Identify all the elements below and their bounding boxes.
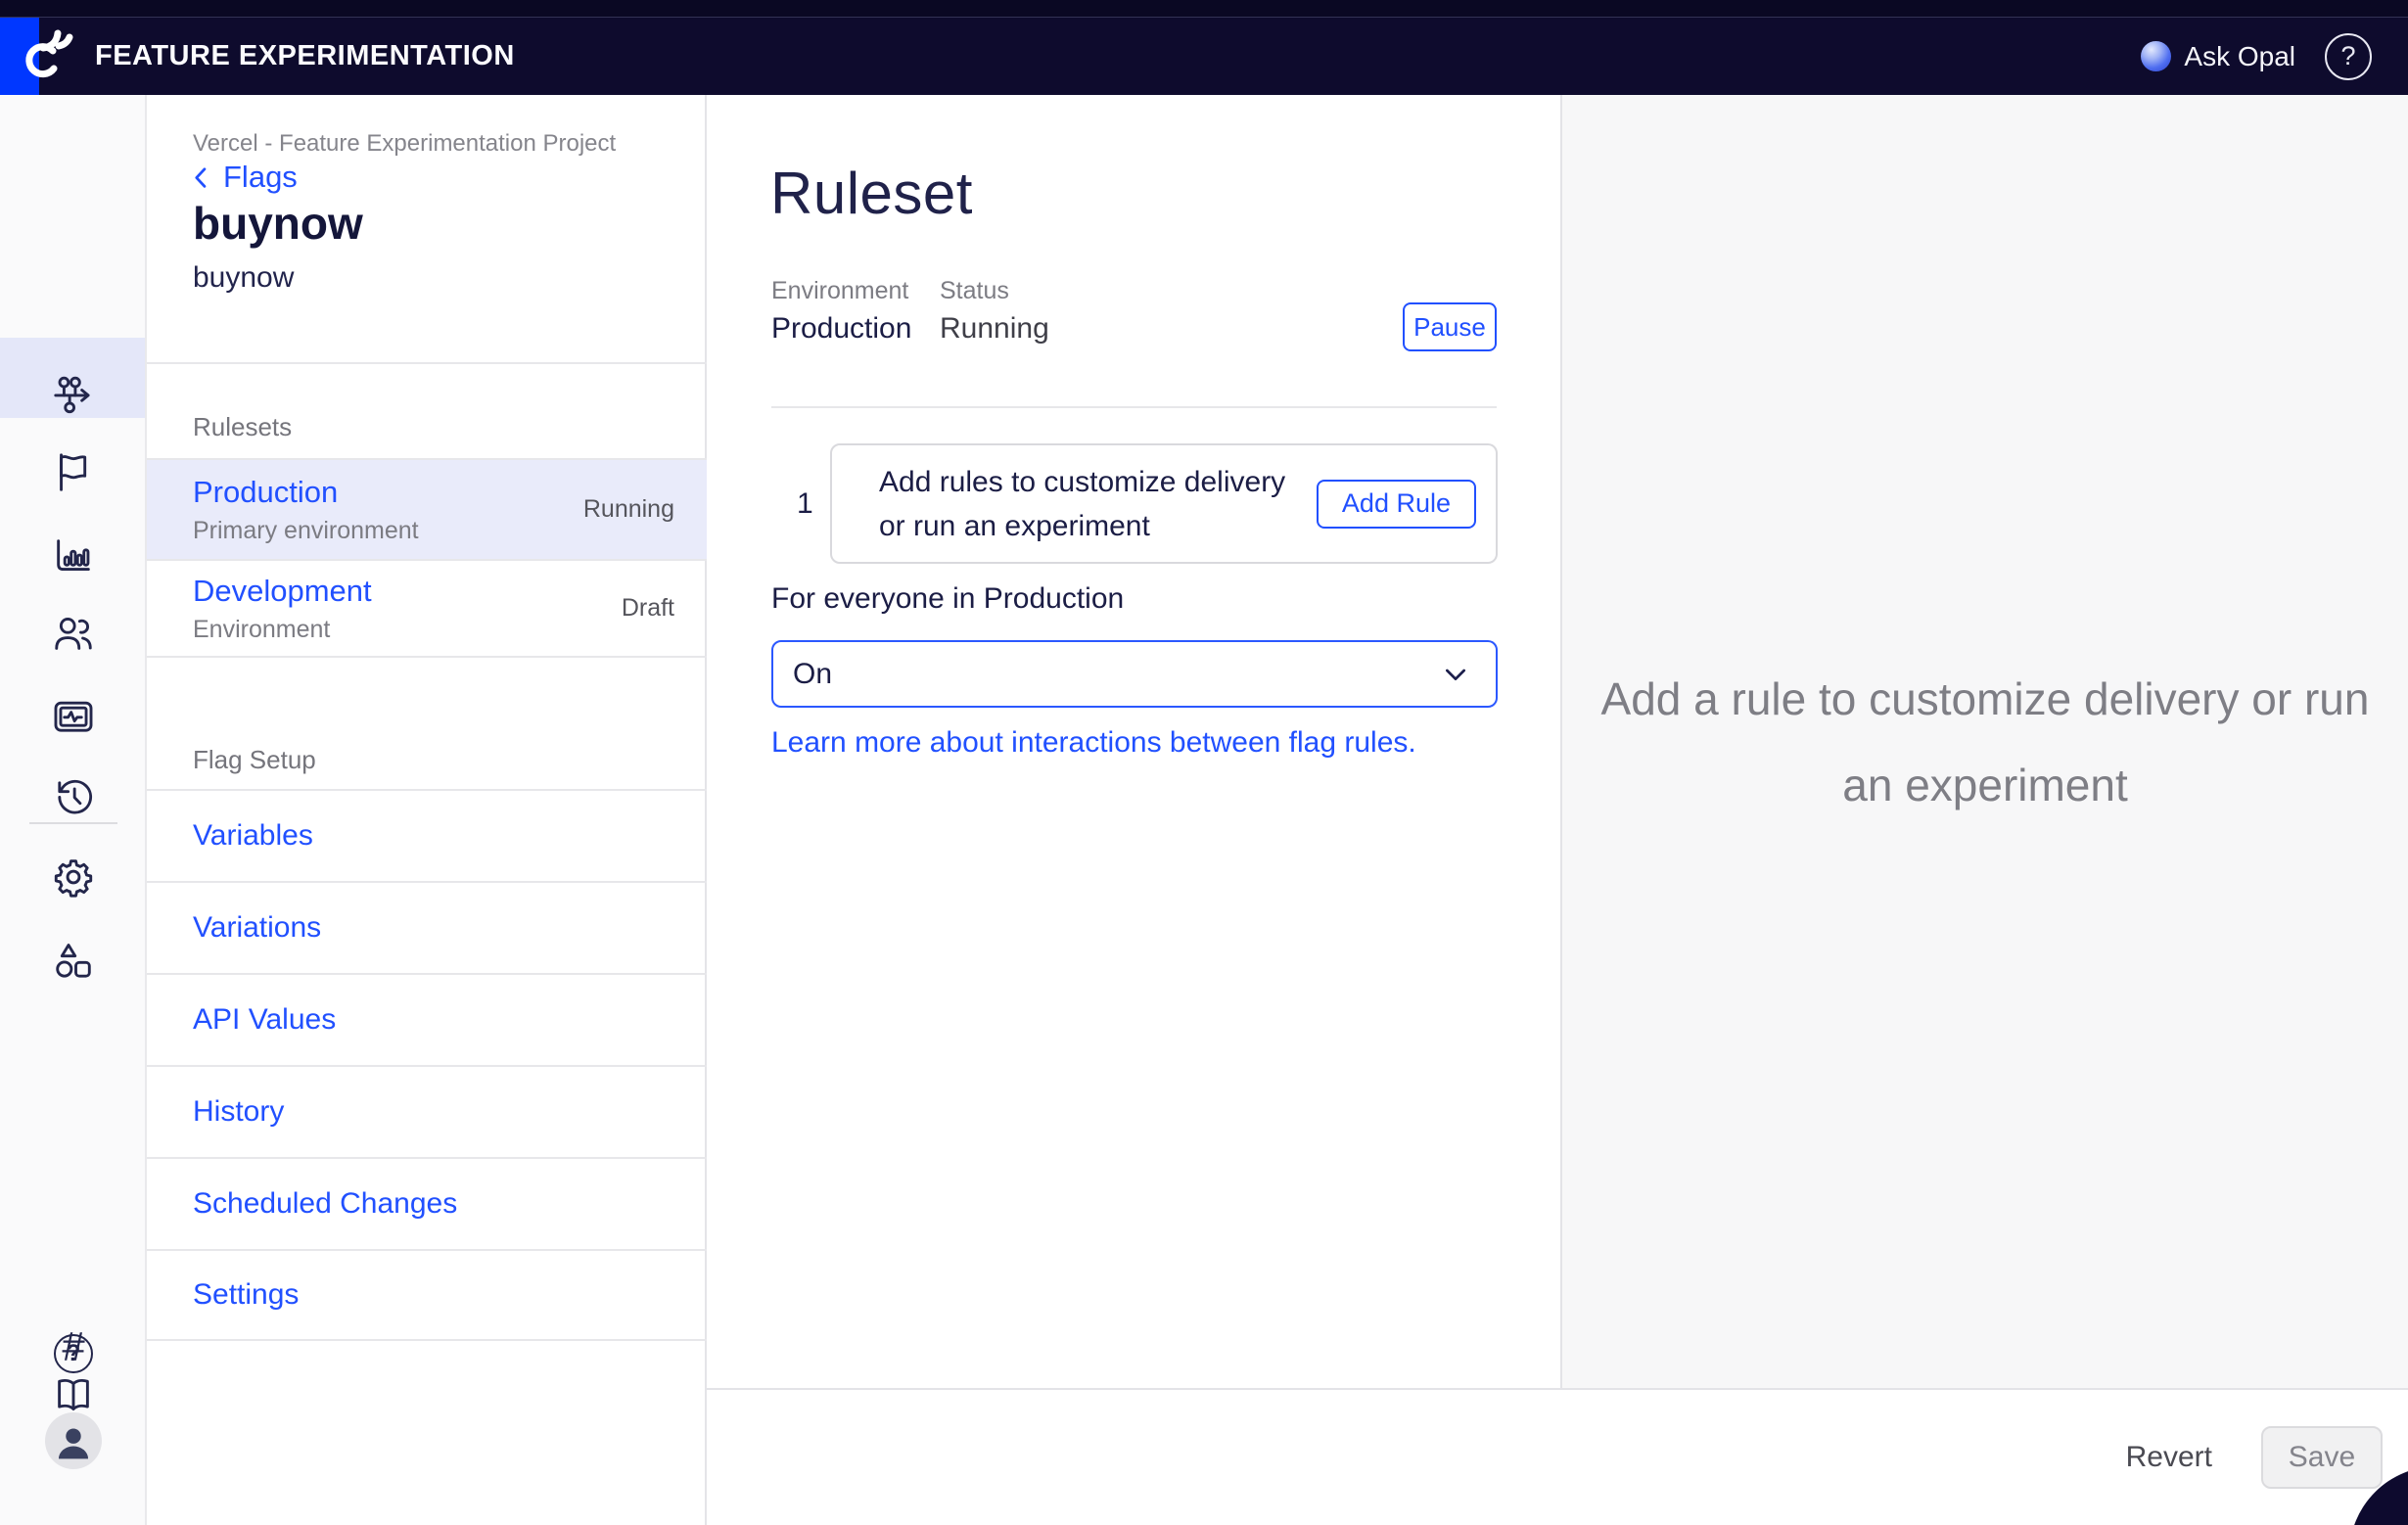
save-bar: Revert Save	[707, 1388, 2408, 1525]
flag-key: buynow	[193, 261, 294, 295]
ruleset-description: Primary environment	[193, 517, 419, 545]
flag-setup-list: Variables Variations API Values History …	[147, 789, 707, 1341]
reports-chart-icon[interactable]	[51, 532, 96, 578]
sidebar-item-label: Settings	[193, 1278, 299, 1312]
divider	[147, 362, 707, 364]
product-title: FEATURE EXPERIMENTATION	[95, 18, 515, 95]
rule-placeholder-text: Add rules to customize delivery or run a…	[879, 460, 1317, 548]
rule-number: 1	[797, 487, 813, 521]
ask-opal-button[interactable]: Ask Opal	[2141, 41, 2295, 72]
flag-setup-section-header: Flag Setup	[193, 745, 316, 775]
icon-rail: # ?	[0, 95, 147, 1525]
help-glyph: ?	[2340, 41, 2355, 71]
sidebar-item-label: API Values	[193, 1003, 336, 1037]
flags-icon[interactable]	[51, 449, 96, 494]
revert-button[interactable]: Revert	[2126, 1441, 2212, 1474]
flag-state-dropdown[interactable]: On	[771, 640, 1498, 708]
rule-placeholder-box: Add rules to customize delivery or run a…	[830, 443, 1498, 564]
sidebar-item-variables[interactable]: Variables	[147, 789, 707, 881]
user-avatar[interactable]	[45, 1412, 102, 1469]
ruleset-status: Draft	[622, 594, 674, 623]
ruleset-description: Environment	[193, 616, 372, 644]
sidebar-item-history[interactable]: History	[147, 1065, 707, 1157]
docs-book-icon[interactable]	[51, 1372, 96, 1417]
environment-value: Production	[771, 312, 911, 346]
save-button[interactable]: Save	[2261, 1426, 2383, 1489]
audience-label: For everyone in Production	[771, 582, 1124, 616]
settings-gear-icon[interactable]	[51, 855, 96, 900]
ruleset-production-row[interactable]: Production Primary environment Running	[147, 458, 707, 559]
optimizely-logo-icon[interactable]	[14, 24, 76, 87]
ruleset-row-main: Development Environment	[193, 574, 372, 644]
chevron-left-icon	[188, 163, 215, 191]
flag-state-value: On	[793, 658, 832, 691]
app-window: FEATURE EXPERIMENTATION Ask Opal ?	[0, 0, 2408, 1525]
status-label: Status	[940, 277, 1009, 305]
flag-title: buynow	[193, 197, 363, 250]
ruleset-name-link[interactable]: Development	[193, 574, 372, 609]
flow-icon[interactable]	[51, 370, 96, 415]
divider	[771, 406, 1497, 408]
components-shapes-icon[interactable]	[51, 939, 96, 984]
sidebar-item-label: Variations	[193, 911, 321, 945]
sidebar-item-label: Variables	[193, 819, 313, 853]
ruleset-name-link[interactable]: Production	[193, 475, 419, 510]
sidebar-item-settings[interactable]: Settings	[147, 1249, 707, 1341]
page-title: Ruleset	[770, 160, 973, 227]
empty-state-text: Add a rule to customize delivery or run …	[1584, 656, 2386, 828]
header-actions: Ask Opal ?	[2141, 18, 2372, 95]
add-rule-button[interactable]: Add Rule	[1317, 480, 1476, 529]
environment-label: Environment	[771, 277, 908, 305]
flag-sidebar: Vercel - Feature Experimentation Project…	[147, 95, 707, 1525]
learn-more-link[interactable]: Learn more about interactions between fl…	[771, 726, 1416, 760]
app-header: FEATURE EXPERIMENTATION Ask Opal ?	[0, 18, 2408, 95]
sidebar-item-label: Scheduled Changes	[193, 1187, 457, 1221]
back-to-flags-link[interactable]: Flags	[188, 160, 298, 195]
help-glyph: ?	[67, 1340, 81, 1367]
opal-orb-icon	[2141, 41, 2171, 71]
chevron-down-icon	[1440, 659, 1471, 690]
sidebar-item-api-values[interactable]: API Values	[147, 973, 707, 1065]
project-name: Vercel - Feature Experimentation Project	[193, 130, 616, 158]
rulesets-section-header: Rulesets	[193, 412, 292, 442]
sidebar-item-variations[interactable]: Variations	[147, 881, 707, 973]
audiences-icon[interactable]	[51, 611, 96, 656]
rule-detail-panel: Add a rule to customize delivery or run …	[1560, 95, 2408, 1388]
pause-button[interactable]: Pause	[1403, 302, 1497, 351]
help-icon[interactable]: ?	[2325, 33, 2372, 80]
browser-top-strip	[0, 0, 2408, 18]
status-value: Running	[940, 312, 1049, 346]
rail-divider	[29, 822, 117, 824]
sidebar-item-scheduled-changes[interactable]: Scheduled Changes	[147, 1157, 707, 1249]
sidebar-item-label: History	[193, 1095, 284, 1129]
ruleset-row-main: Production Primary environment	[193, 475, 419, 545]
ruleset-status: Running	[583, 495, 674, 524]
ruleset-development-row[interactable]: Development Environment Draft	[147, 559, 707, 658]
history-icon[interactable]	[51, 774, 96, 819]
ruleset-main-panel: Ruleset Environment Status Production Ru…	[707, 95, 1560, 1388]
ask-opal-label: Ask Opal	[2184, 41, 2295, 72]
events-monitor-icon[interactable]	[51, 694, 96, 739]
help-circle-icon[interactable]: ?	[54, 1334, 93, 1373]
back-label: Flags	[223, 160, 298, 195]
